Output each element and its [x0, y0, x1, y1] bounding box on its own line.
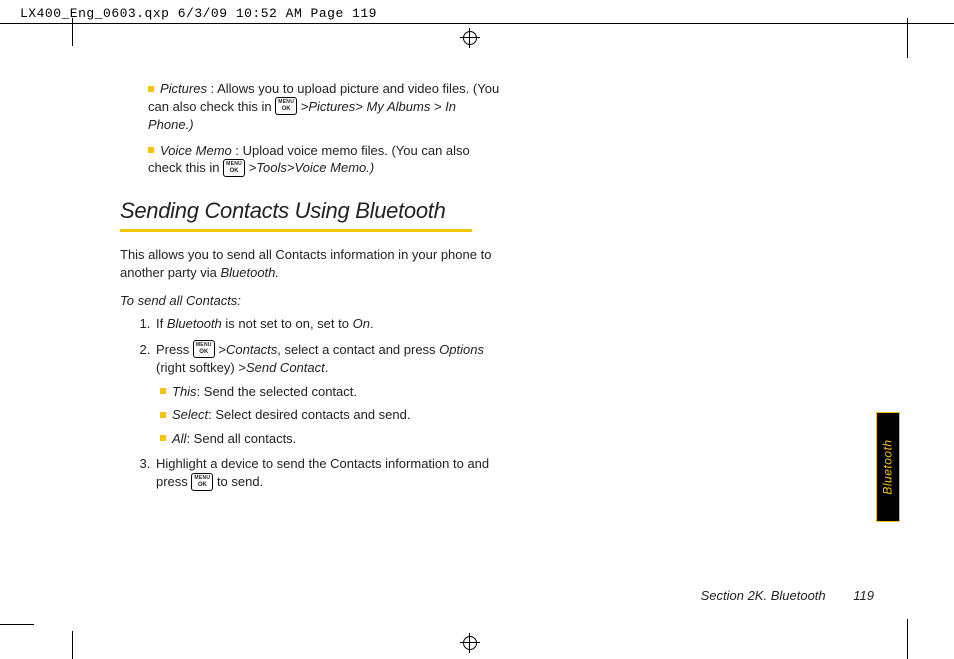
crop-mark [72, 631, 73, 659]
page-footer: Section 2K. Bluetooth 119 [701, 588, 874, 603]
title-underline [120, 229, 472, 232]
bullet-icon [160, 412, 166, 418]
term: Pictures [160, 81, 207, 96]
menu-ok-key-icon: MENUOK [275, 97, 297, 115]
intro-text: This allows you to send all Contacts inf… [120, 246, 500, 281]
term: Voice Memo [160, 143, 232, 158]
registration-mark [460, 28, 480, 48]
crop-mark [0, 624, 34, 625]
bullet-icon [160, 388, 166, 394]
print-header: LX400_Eng_0603.qxp 6/3/09 10:52 AM Page … [0, 0, 954, 24]
section-tab-label: Bluetooth [881, 439, 895, 494]
menu-ok-key-icon: MENUOK [193, 340, 215, 358]
section-tab: Bluetooth [876, 412, 900, 522]
steps-list: If Bluetooth is not set to on, set to On… [120, 315, 500, 491]
crop-mark [72, 18, 73, 46]
bullet-icon [160, 435, 166, 441]
step-item: Highlight a device to send the Contacts … [154, 455, 500, 491]
bullet-icon [148, 86, 154, 92]
crop-mark [907, 619, 908, 659]
subheading: To send all Contacts: [120, 292, 500, 310]
bullet-icon [148, 147, 154, 153]
menu-path: >Pictures> [301, 99, 363, 114]
list-item: Select: Select desired contacts and send… [156, 406, 500, 424]
section-title: Sending Contacts Using Bluetooth [120, 196, 500, 226]
list-item: Voice Memo : Upload voice memo files. (Y… [120, 142, 500, 178]
list-item: All: Send all contacts. [156, 430, 500, 448]
crop-mark [907, 18, 908, 58]
footer-section: Section 2K. Bluetooth [701, 588, 826, 603]
menu-ok-key-icon: MENUOK [223, 159, 245, 177]
registration-mark [460, 633, 480, 653]
page-number: 119 [853, 588, 874, 603]
step-item: Press MENUOK >Contacts, select a contact… [154, 341, 500, 448]
menu-ok-key-icon: MENUOK [191, 473, 213, 491]
step-item: If Bluetooth is not set to on, set to On… [154, 315, 500, 333]
menu-path: >Tools>Voice Memo.) [249, 160, 375, 175]
list-item: This: Send the selected contact. [156, 383, 500, 401]
list-item: Pictures : Allows you to upload picture … [120, 80, 500, 134]
page-content: Pictures : Allows you to upload picture … [120, 80, 500, 500]
